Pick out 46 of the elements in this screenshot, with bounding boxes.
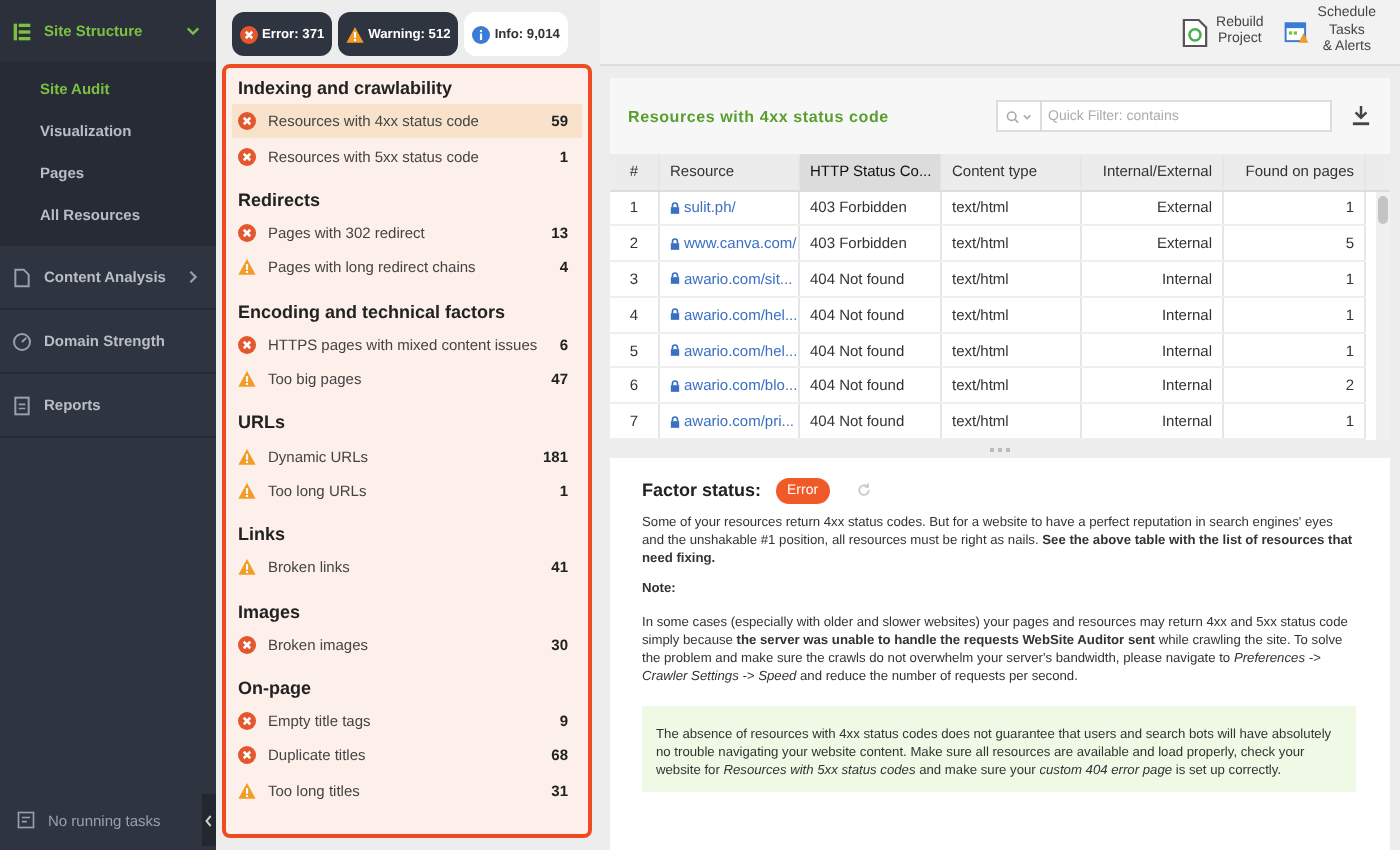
chevron-down-icon xyxy=(186,24,200,38)
gauge-icon xyxy=(12,331,32,351)
search-icon xyxy=(1006,109,1032,123)
lock-icon xyxy=(670,379,680,392)
lock-icon xyxy=(670,308,680,321)
warning-icon xyxy=(238,781,256,800)
warning-icon xyxy=(346,25,365,43)
lock-icon xyxy=(670,415,680,428)
warning-icon xyxy=(238,447,256,466)
error-icon xyxy=(240,25,258,43)
task-icon xyxy=(16,810,36,830)
report-icon xyxy=(12,395,32,415)
error-icon xyxy=(238,147,256,166)
warning-icon xyxy=(238,558,256,577)
table-title: Resources with 4xx status code xyxy=(628,107,891,125)
calendar-icon xyxy=(1283,17,1310,47)
error-icon xyxy=(238,112,256,131)
lock-icon xyxy=(670,201,680,214)
group-heading: Images xyxy=(236,599,303,626)
group-heading: URLs xyxy=(236,410,288,437)
group-heading: Redirects xyxy=(236,187,323,214)
group-heading: Links xyxy=(236,522,288,549)
refresh-icon[interactable] xyxy=(856,482,873,498)
group-heading: On-page xyxy=(236,675,314,702)
error-icon xyxy=(238,746,256,765)
filter-mode-dropdown[interactable] xyxy=(996,100,1042,132)
document-icon xyxy=(12,267,32,287)
warning-icon xyxy=(238,258,256,277)
refresh-document-icon xyxy=(1182,17,1209,47)
lock-icon xyxy=(670,344,680,357)
group-heading: Encoding and technical factors xyxy=(236,299,508,326)
lock-icon xyxy=(670,237,680,250)
download-icon[interactable] xyxy=(1352,106,1370,126)
warning-icon xyxy=(238,481,256,500)
error-icon xyxy=(238,712,256,731)
factor-status-label: Factor status: xyxy=(642,480,762,500)
group-heading: Indexing and crawlability xyxy=(236,76,455,102)
error-icon xyxy=(238,335,256,354)
chevron-right-icon xyxy=(186,270,200,284)
info-icon xyxy=(472,25,491,43)
error-icon xyxy=(238,635,256,654)
lock-icon xyxy=(670,272,680,285)
collapse-handle[interactable] xyxy=(202,794,216,846)
warning-icon xyxy=(238,370,256,389)
error-icon xyxy=(238,223,256,242)
list-icon xyxy=(12,21,32,41)
